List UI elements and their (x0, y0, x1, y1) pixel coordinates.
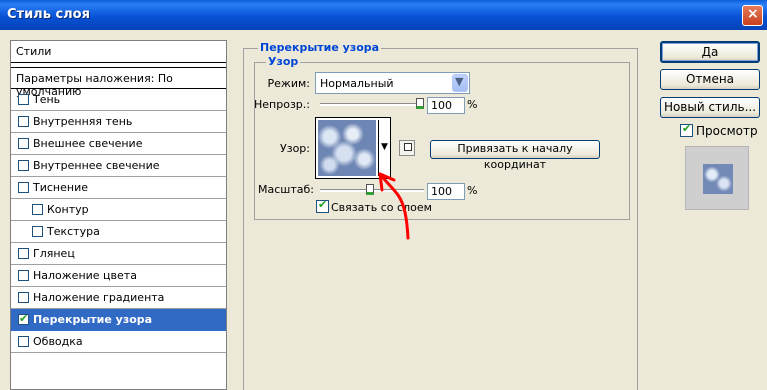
style-item-label: Тень (33, 93, 61, 106)
style-item-color-overlay[interactable]: Наложение цвета (11, 265, 226, 287)
style-item-contour[interactable]: Контур (11, 199, 226, 221)
drop-shadow-checkbox[interactable] (18, 94, 29, 105)
group-title: Перекрытие узора (258, 41, 382, 54)
mode-label: Режим: (267, 77, 310, 90)
dropdown-button[interactable]: ▼ (452, 74, 468, 92)
scale-unit: % (467, 184, 478, 197)
opacity-slider-thumb[interactable] (416, 98, 424, 109)
style-item-label: Глянец (33, 247, 75, 260)
style-item-label: Тиснение (33, 181, 88, 194)
title-bar: Стиль слоя × (0, 0, 767, 30)
ok-button[interactable]: Да (660, 41, 760, 63)
satin-checkbox[interactable] (18, 248, 29, 259)
style-item-inner-shadow[interactable]: Внутренняя тень (11, 111, 226, 133)
gradient-overlay-checkbox[interactable] (18, 292, 29, 303)
style-item-gradient-overlay[interactable]: Наложение градиента (11, 287, 226, 309)
style-item-label: Наложение цвета (33, 269, 137, 282)
opacity-label: Непрозр.: (254, 98, 310, 111)
link-with-layer-checkbox[interactable]: ✔ (316, 198, 329, 213)
inner-shadow-checkbox[interactable] (18, 116, 29, 127)
blend-mode-select[interactable]: Нормальный ▼ (315, 72, 470, 94)
styles-list: Стили Параметры наложения: По умолчанию … (10, 40, 227, 390)
opacity-input[interactable]: 100 (427, 97, 465, 114)
style-item-inner-glow[interactable]: Внутреннее свечение (11, 155, 226, 177)
style-item-pattern-overlay[interactable]: ✔ Перекрытие узора (11, 309, 226, 331)
style-item-satin[interactable]: Глянец (11, 243, 226, 265)
pattern-swatch[interactable] (318, 120, 376, 176)
style-item-label: Контур (47, 203, 89, 216)
preview-checkbox[interactable]: ✔ (680, 122, 693, 137)
outer-glow-checkbox[interactable] (18, 138, 29, 149)
triangle-down-icon: ▼ (381, 142, 388, 152)
style-item-texture[interactable]: Текстура (11, 221, 226, 243)
checkmark-icon: ✔ (682, 122, 692, 135)
style-item-label: Наложение градиента (33, 291, 165, 304)
chevron-down-icon: ▼ (455, 75, 464, 88)
window-title: Стиль слоя (7, 7, 90, 22)
new-preset-button[interactable] (399, 140, 415, 156)
style-item-label: Текстура (47, 225, 100, 238)
style-item-label: Внутреннее свечение (33, 159, 160, 172)
checkmark-icon: ✔ (19, 312, 29, 325)
annotation-arrow-icon (378, 172, 410, 240)
checkmark-icon: ✔ (318, 198, 328, 211)
pattern-overlay-checkbox[interactable]: ✔ (18, 312, 29, 325)
close-button[interactable]: × (742, 5, 763, 26)
stroke-checkbox[interactable] (18, 336, 29, 347)
new-preset-icon (404, 143, 412, 151)
style-item-stroke[interactable]: Обводка (11, 331, 226, 353)
subgroup-title: Узор (266, 55, 301, 68)
preview-swatch (703, 164, 733, 194)
bevel-emboss-checkbox[interactable] (18, 182, 29, 193)
style-item-label: Внешнее свечение (33, 137, 143, 150)
new-style-button[interactable]: Новый стиль... (660, 97, 760, 118)
opacity-unit: % (467, 98, 478, 111)
styles-header[interactable]: Стили (11, 41, 226, 63)
style-item-drop-shadow[interactable]: Тень (11, 89, 226, 111)
scale-label: Масштаб: (258, 183, 314, 196)
style-preview (685, 146, 749, 210)
style-item-bevel-emboss[interactable]: Тиснение (11, 177, 226, 199)
inner-glow-checkbox[interactable] (18, 160, 29, 171)
opacity-slider[interactable] (320, 103, 424, 106)
pattern-label: Узор: (280, 142, 310, 155)
blend-mode-value: Нормальный (320, 77, 394, 90)
color-overlay-checkbox[interactable] (18, 270, 29, 281)
texture-checkbox[interactable] (32, 226, 43, 237)
style-item-label: Обводка (33, 335, 83, 348)
blending-options-item[interactable]: Параметры наложения: По умолчанию (11, 67, 226, 98)
close-icon: × (747, 6, 759, 22)
style-item-outer-glow[interactable]: Внешнее свечение (11, 133, 226, 155)
cancel-button[interactable]: Отмена (660, 69, 760, 90)
preview-label: Просмотр (696, 124, 758, 138)
style-item-label: Перекрытие узора (33, 313, 153, 326)
scale-input[interactable]: 100 (427, 183, 465, 200)
contour-checkbox[interactable] (32, 204, 43, 215)
snap-to-origin-button[interactable]: Привязать к началу координат (430, 140, 600, 171)
style-item-label: Внутренняя тень (33, 115, 133, 128)
